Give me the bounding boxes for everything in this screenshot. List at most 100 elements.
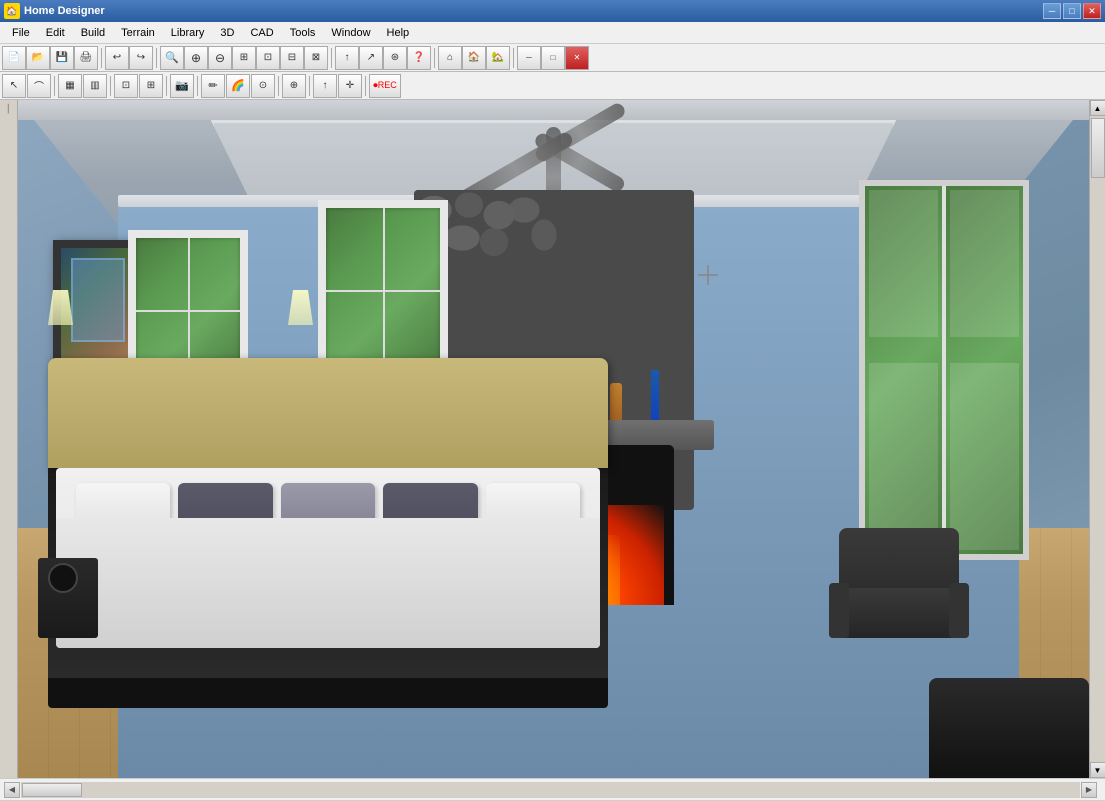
ceiling-crown (18, 100, 1089, 120)
zoom-in-button[interactable]: ⊕ (184, 46, 208, 70)
bed-frame (48, 458, 608, 678)
sconce-left (48, 290, 73, 340)
menu-terrain[interactable]: Terrain (113, 25, 163, 41)
menu-file[interactable]: File (4, 25, 38, 41)
zoom-out-button[interactable]: ⊖ (208, 46, 232, 70)
scroll-track-right[interactable] (1090, 116, 1105, 762)
separator5 (513, 48, 514, 68)
title-left: 🏠 Home Designer (4, 3, 105, 19)
open-button[interactable]: 📂 (26, 46, 50, 70)
zoom-extra1[interactable]: ⊟ (280, 46, 304, 70)
nav-btn4[interactable]: ❓ (407, 46, 431, 70)
print-button[interactable]: 🖨 (74, 46, 98, 70)
stair-tool[interactable]: ⊞ (139, 74, 163, 98)
scroll-thumb-right[interactable] (1091, 118, 1105, 178)
menu-tools[interactable]: Tools (282, 25, 324, 41)
wall-tool[interactable]: ▦ (58, 74, 82, 98)
scroll-up-arrow[interactable]: ▲ (1090, 100, 1105, 116)
inner-close[interactable]: ✕ (565, 46, 589, 70)
separator4 (434, 48, 435, 68)
nav-btn1[interactable]: ↑ (335, 46, 359, 70)
close-button[interactable]: ✕ (1083, 3, 1101, 19)
ruler-mark: │ (6, 104, 11, 113)
menu-edit[interactable]: Edit (38, 25, 73, 41)
redo-button[interactable]: ↪ (129, 46, 153, 70)
armchair (829, 528, 969, 658)
scroll-down-arrow[interactable]: ▼ (1090, 762, 1105, 778)
chair-seat (829, 588, 969, 638)
house-btn2[interactable]: 🏠 (462, 46, 486, 70)
canvas-area[interactable] (18, 100, 1089, 778)
candle-2 (651, 370, 659, 425)
sep-t2-5 (278, 76, 279, 96)
undo-button[interactable]: ↩ (105, 46, 129, 70)
undo-tools: ↩ ↪ (105, 46, 153, 70)
title-bar: 🏠 Home Designer ─ □ ✕ (0, 0, 1105, 22)
menu-cad[interactable]: CAD (242, 25, 281, 41)
minimize-button[interactable]: ─ (1043, 3, 1061, 19)
door-panel-right (946, 186, 1023, 554)
left-ruler: │ (0, 100, 18, 778)
corner-chair (929, 678, 1089, 778)
menu-library[interactable]: Library (163, 25, 213, 41)
scroll-left-arrow[interactable]: ◀ (4, 782, 20, 798)
house-btn3[interactable]: 🏡 (486, 46, 510, 70)
alarm-clock (48, 563, 78, 593)
sconce-shade-left (48, 290, 73, 325)
wall-tool2[interactable]: ▥ (83, 74, 107, 98)
select-tool[interactable]: ↖ (2, 74, 26, 98)
toolbar1: 📄 📂 💾 🖨 ↩ ↪ 🔍 ⊕ ⊖ ⊞ ⊡ ⊟ ⊠ ↑ ↗ ⊛ ❓ ⌂ 🏠 🏡 … (0, 44, 1105, 72)
menu-help[interactable]: Help (379, 25, 418, 41)
sconce-right (288, 290, 313, 340)
inner-maximize[interactable]: □ (541, 46, 565, 70)
nav-tools: ↑ ↗ ⊛ ❓ (335, 46, 431, 70)
sconce-shade-right (288, 290, 313, 325)
duvet (56, 518, 600, 648)
fill-tool[interactable]: ⊙ (251, 74, 275, 98)
zoom-tools: 🔍 ⊕ ⊖ ⊞ ⊡ ⊟ ⊠ (160, 46, 328, 70)
scroll-thumb-horizontal[interactable] (22, 783, 82, 797)
move-tool[interactable]: ⊕ (282, 74, 306, 98)
new-button[interactable]: 📄 (2, 46, 26, 70)
transform-tool[interactable]: ✛ (338, 74, 362, 98)
headboard (48, 358, 608, 468)
rec-button[interactable]: ⏺REC (369, 74, 401, 98)
arrow-tool[interactable]: ↑ (313, 74, 337, 98)
room-tool[interactable]: ⊡ (114, 74, 138, 98)
french-doors (859, 180, 1029, 560)
color-tool[interactable]: 🌈 (226, 74, 250, 98)
house-btn1[interactable]: ⌂ (438, 46, 462, 70)
fit-window-button[interactable]: ⊞ (232, 46, 256, 70)
menu-window[interactable]: Window (323, 25, 378, 41)
bed-container (48, 458, 628, 678)
camera-tool[interactable]: 📷 (170, 74, 194, 98)
zoom-glass-button[interactable]: 🔍 (160, 46, 184, 70)
maximize-button[interactable]: □ (1063, 3, 1081, 19)
separator1 (101, 48, 102, 68)
sep-t2-1 (54, 76, 55, 96)
arc-tool[interactable]: ⌒ (27, 74, 51, 98)
menu-bar: File Edit Build Terrain Library 3D CAD T… (0, 22, 1105, 44)
save-button[interactable]: 💾 (50, 46, 74, 70)
sep-t2-3 (166, 76, 167, 96)
nav-btn2[interactable]: ↗ (359, 46, 383, 70)
separator3 (331, 48, 332, 68)
file-tools: 📄 📂 💾 🖨 (2, 46, 98, 70)
app-title: Home Designer (24, 5, 105, 17)
menu-3d[interactable]: 3D (212, 25, 242, 41)
nav-btn3[interactable]: ⊛ (383, 46, 407, 70)
zoom-extra2[interactable]: ⊠ (304, 46, 328, 70)
scroll-right-arrow[interactable]: ▶ (1081, 782, 1097, 798)
sep-t2-6 (309, 76, 310, 96)
zoom-region-button[interactable]: ⊡ (256, 46, 280, 70)
paint-tool[interactable]: ✏ (201, 74, 225, 98)
menu-build[interactable]: Build (73, 25, 113, 41)
scrollbar-right[interactable]: ▲ ▼ (1089, 100, 1105, 778)
view-tools: ⌂ 🏠 🏡 (438, 46, 510, 70)
title-controls[interactable]: ─ □ ✕ (1043, 3, 1101, 19)
app-icon: 🏠 (4, 3, 20, 19)
inner-minimize[interactable]: ─ (517, 46, 541, 70)
scroll-track-horizontal[interactable] (21, 782, 1080, 798)
toolbar2: ↖ ⌒ ▦ ▥ ⊡ ⊞ 📷 ✏ 🌈 ⊙ ⊕ ↑ ✛ ⏺REC (0, 72, 1105, 100)
chair-arm-left (829, 583, 849, 638)
